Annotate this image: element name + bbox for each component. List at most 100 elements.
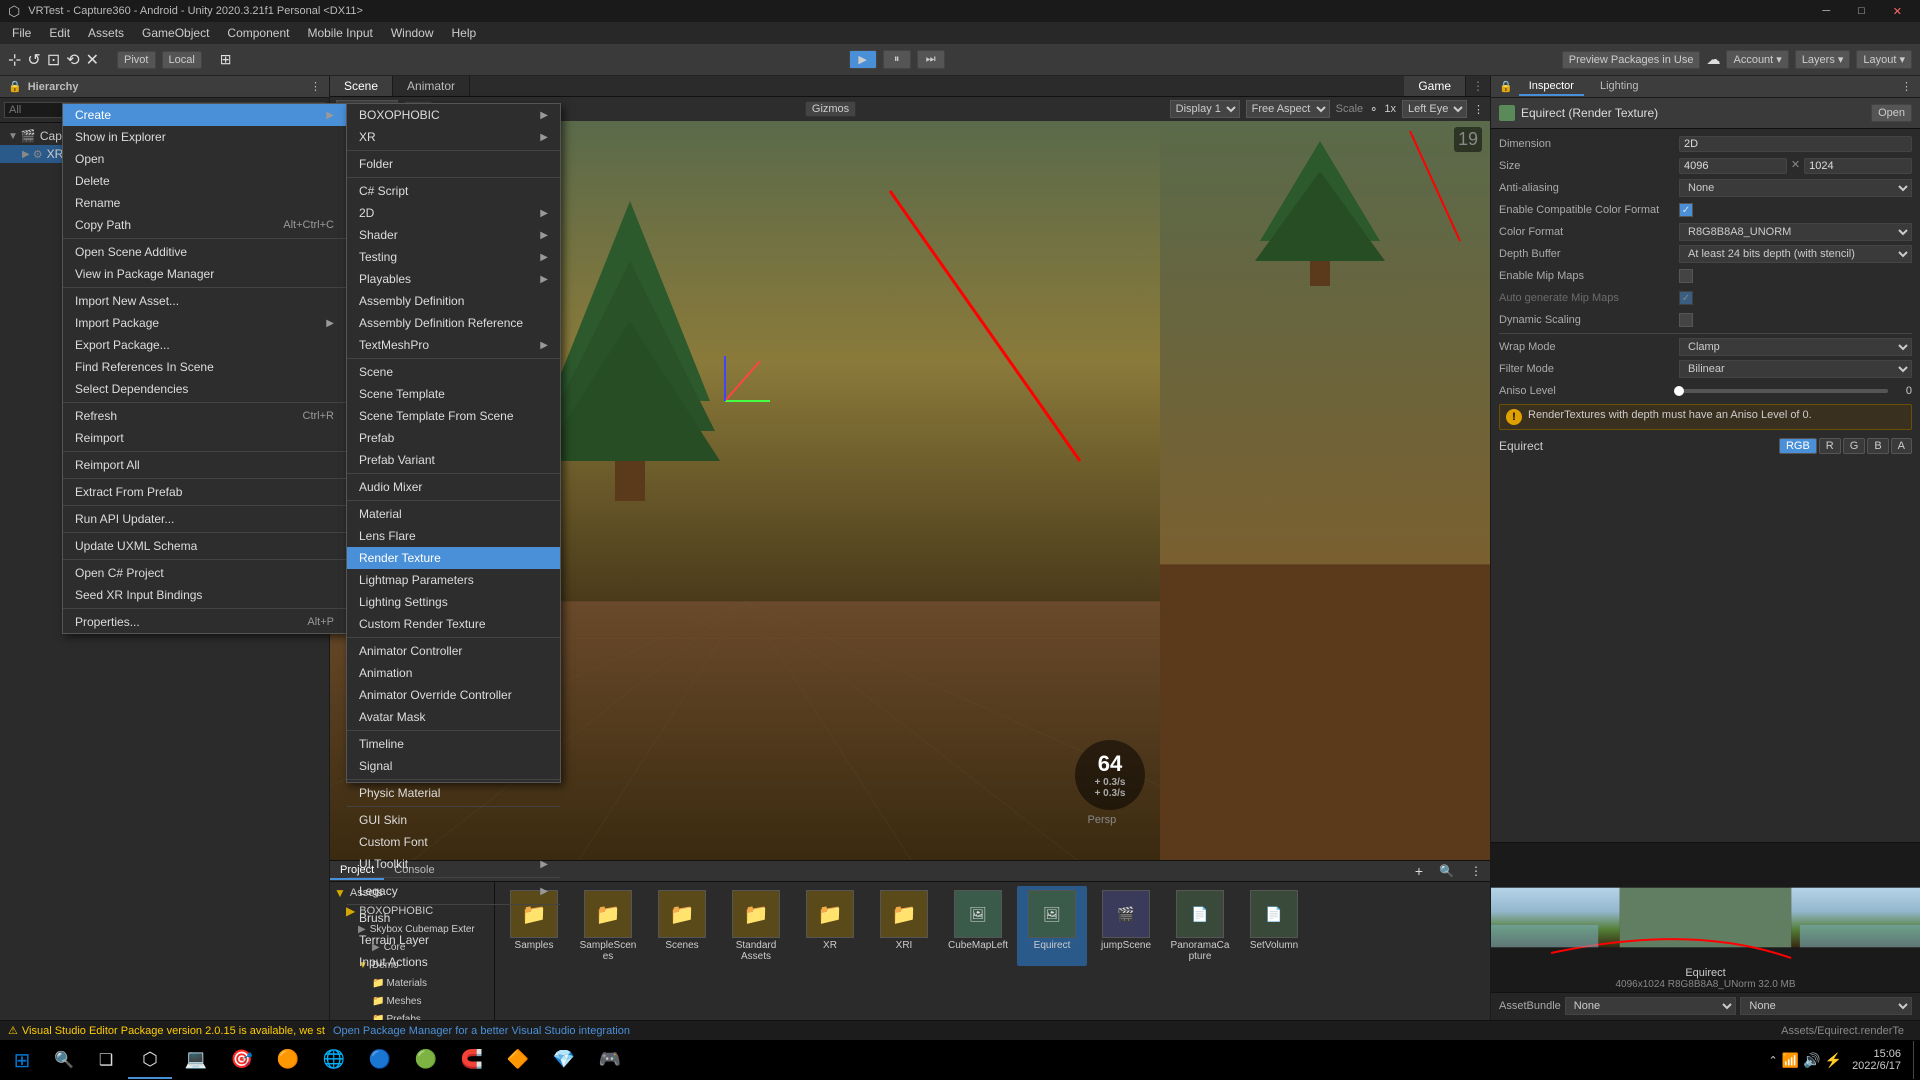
menu-assets[interactable]: Assets [80, 24, 132, 42]
create-csharp[interactable]: C# Script [347, 180, 560, 202]
asset-bundle-select1[interactable]: None [1565, 997, 1737, 1015]
create-submenu[interactable]: BOXOPHOBIC ▶ XR ▶ Folder C# Script 2D ▶ … [346, 103, 561, 783]
taskbar-app4[interactable]: 🔶 [496, 1041, 540, 1079]
ctx-create[interactable]: Create ▶ [63, 104, 346, 126]
menu-edit[interactable]: Edit [41, 24, 78, 42]
game-more-icon[interactable]: ⋮ [1466, 76, 1490, 96]
proj-asset-cubemapleft[interactable]: 🖼 CubeMapLeft [943, 886, 1013, 966]
task-view-button[interactable]: ❑ [86, 1041, 126, 1079]
tray-network[interactable]: 📶 [1782, 1052, 1799, 1069]
create-shader[interactable]: Shader ▶ [347, 224, 560, 246]
create-brush[interactable]: Brush [347, 907, 560, 929]
ctx-update-uxml[interactable]: Update UXML Schema [63, 535, 346, 557]
create-animator-override[interactable]: Animator Override Controller [347, 684, 560, 706]
menu-component[interactable]: Component [219, 24, 297, 42]
create-boxophobic[interactable]: BOXOPHOBIC ▶ [347, 104, 560, 126]
inspector-lock-icon[interactable]: 🔒 [1499, 80, 1513, 93]
create-avatar-mask[interactable]: Avatar Mask [347, 706, 560, 728]
pivot-button[interactable]: Pivot [117, 51, 155, 69]
account-button[interactable]: Account ▾ [1726, 50, 1788, 69]
status-warning-text[interactable]: Visual Studio Editor Package version 2.0… [22, 1025, 325, 1037]
play-button[interactable]: ▶ [849, 50, 877, 69]
close-btn[interactable]: ✕ [1883, 5, 1912, 18]
create-assemblydefref[interactable]: Assembly Definition Reference [347, 312, 560, 334]
main-context-menu[interactable]: Create ▶ Show in Explorer Open Delete Re… [62, 103, 347, 634]
tray-up-arrow[interactable]: ⌃ [1769, 1054, 1778, 1067]
colorformat-select[interactable]: R8G8B8A8_UNORM [1679, 223, 1912, 241]
proj-asset-samplescenes[interactable]: 📁 SampleScenes [573, 886, 643, 966]
create-testing[interactable]: Testing ▶ [347, 246, 560, 268]
create-audio-mixer[interactable]: Audio Mixer [347, 476, 560, 498]
create-ui-toolkit[interactable]: UI Toolkit ▶ [347, 853, 560, 875]
ctx-reimport[interactable]: Reimport [63, 427, 346, 449]
create-textmeshpro[interactable]: TextMeshPro ▶ [347, 334, 560, 356]
open-button[interactable]: Open [1871, 104, 1912, 122]
cloud-icon[interactable]: ☁ [1706, 51, 1720, 68]
ctx-seed-xr[interactable]: Seed XR Input Bindings [63, 584, 346, 606]
channel-b-btn[interactable]: B [1867, 438, 1888, 454]
create-scene-template-from-scene[interactable]: Scene Template From Scene [347, 405, 560, 427]
hierarchy-menu-icon[interactable]: ⋮ [310, 80, 321, 93]
ctx-view-package[interactable]: View in Package Manager [63, 263, 346, 285]
pause-button[interactable]: ⏸ [883, 50, 911, 69]
proj-asset-jumpscene[interactable]: 🎬 jumpScene [1091, 886, 1161, 966]
game-display-select[interactable]: Display 1 [1170, 100, 1240, 118]
colorformat-checkbox[interactable]: ✓ [1679, 203, 1693, 217]
ctx-import-new[interactable]: Import New Asset... [63, 290, 346, 312]
create-prefab-variant[interactable]: Prefab Variant [347, 449, 560, 471]
packages-button[interactable]: Preview Packages in Use [1562, 51, 1701, 69]
create-scene[interactable]: Scene [347, 361, 560, 383]
create-animation[interactable]: Animation [347, 662, 560, 684]
create-lightmap-params[interactable]: Lightmap Parameters [347, 569, 560, 591]
menu-gameobject[interactable]: GameObject [134, 24, 217, 42]
tab-animator[interactable]: Animator [393, 76, 470, 96]
game-aspect-select[interactable]: Free Aspect [1246, 100, 1330, 118]
wrapmode-select[interactable]: Clamp [1679, 338, 1912, 356]
proj-asset-equirect[interactable]: 🖼 Equirect [1017, 886, 1087, 966]
create-legacy[interactable]: Legacy ▶ [347, 880, 560, 902]
create-physic-material[interactable]: Physic Material [347, 782, 560, 804]
channel-a-btn[interactable]: A [1891, 438, 1912, 454]
local-button[interactable]: Local [162, 51, 202, 69]
antialiasing-select[interactable]: None [1679, 179, 1912, 197]
hierarchy-lock-icon[interactable]: 🔒 [8, 80, 22, 93]
tab-lighting[interactable]: Lighting [1590, 78, 1649, 96]
proj-asset-xr[interactable]: 📁 XR [795, 886, 865, 966]
ctx-find-refs[interactable]: Find References In Scene [63, 356, 346, 378]
create-material[interactable]: Material [347, 503, 560, 525]
taskbar-app1[interactable]: 🔵 [358, 1041, 402, 1079]
depth-select[interactable]: At least 24 bits depth (with stencil) [1679, 245, 1912, 263]
ctx-delete[interactable]: Delete [63, 170, 346, 192]
create-custom-font[interactable]: Custom Font [347, 831, 560, 853]
taskbar-vscode[interactable]: 💻 [174, 1041, 218, 1079]
ctx-export-package[interactable]: Export Package... [63, 334, 346, 356]
search-button[interactable]: 🔍 [44, 1041, 84, 1079]
create-terrain-layer[interactable]: Terrain Layer [347, 929, 560, 951]
menu-window[interactable]: Window [383, 24, 442, 42]
project-search-icon[interactable]: 🔍 [1431, 862, 1462, 880]
channel-rgb-btn[interactable]: RGB [1779, 438, 1817, 454]
maximize-btn[interactable]: □ [1848, 5, 1875, 17]
dynamicscaling-checkbox[interactable] [1679, 313, 1693, 327]
layers-button[interactable]: Layers ▾ [1795, 50, 1851, 69]
create-folder[interactable]: Folder [347, 153, 560, 175]
create-playables[interactable]: Playables ▶ [347, 268, 560, 290]
filtermode-select[interactable]: Bilinear [1679, 360, 1912, 378]
create-animator-controller[interactable]: Animator Controller [347, 640, 560, 662]
create-timeline[interactable]: Timeline [347, 733, 560, 755]
create-input-actions[interactable]: Input Actions [347, 951, 560, 973]
toolbar-icon4[interactable]: ⟲ [66, 50, 79, 70]
ctx-reimport-all[interactable]: Reimport All [63, 454, 346, 476]
tray-volume[interactable]: 🔊 [1803, 1052, 1820, 1069]
proj-asset-panorama[interactable]: 📄 PanoramaCapture [1165, 886, 1235, 966]
toolbar-icon1[interactable]: ⊹ [8, 50, 21, 70]
taskbar-app6[interactable]: 🎮 [588, 1041, 632, 1079]
ctx-refresh[interactable]: Refresh Ctrl+R [63, 405, 346, 427]
ctx-rename[interactable]: Rename [63, 192, 346, 214]
start-button[interactable]: ⊞ [2, 1041, 42, 1079]
proj-asset-setvolumn[interactable]: 📄 SetVolumn [1239, 886, 1309, 966]
menu-file[interactable]: File [4, 24, 39, 42]
mipmaps-checkbox[interactable] [1679, 269, 1693, 283]
show-desktop[interactable] [1913, 1041, 1918, 1079]
taskbar-unity[interactable]: ⬡ [128, 1041, 172, 1079]
